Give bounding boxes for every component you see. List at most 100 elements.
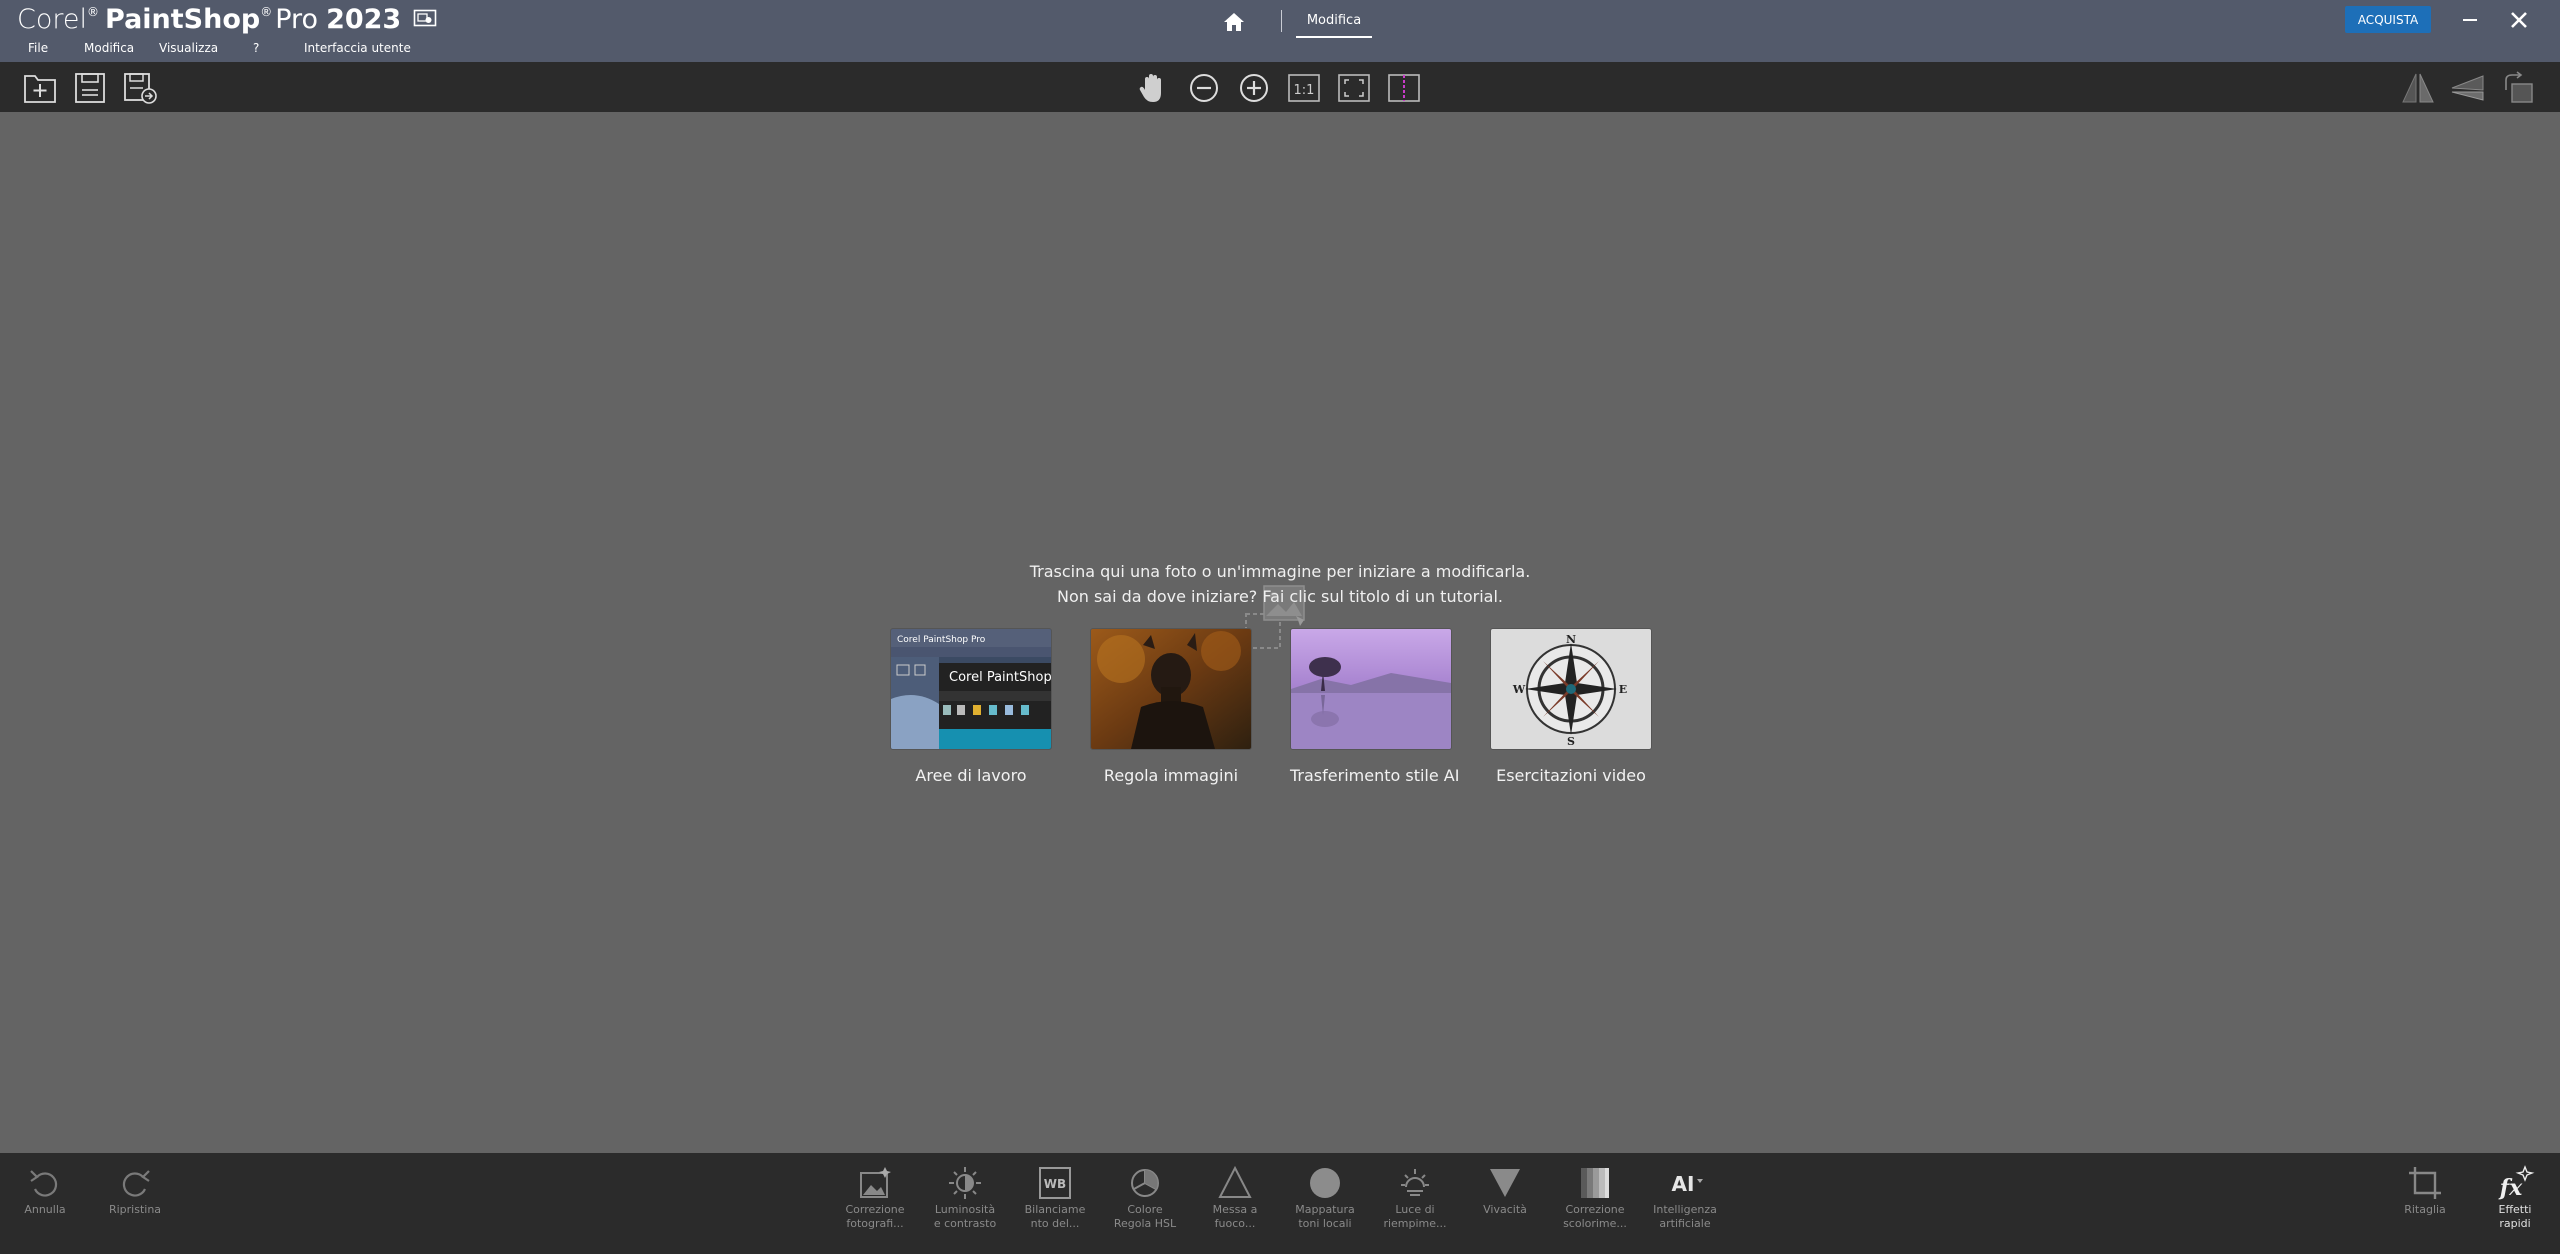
tool-label: Mappatura [1295, 1203, 1355, 1216]
tool-label: Vivacità [1483, 1203, 1527, 1216]
flip-icon[interactable] [2400, 70, 2436, 106]
workspace-nav: Modifica [1218, 6, 1378, 42]
tutorial-regola-immagini[interactable]: Regola immagini [1090, 628, 1252, 785]
wb-text: WB [1044, 1177, 1066, 1191]
tab-modifica[interactable]: Modifica [1296, 10, 1372, 38]
tool-intelligenza-artificiale[interactable]: AI Intelligenza artificiale [1640, 1163, 1730, 1249]
fade-correction-icon [1581, 1168, 1609, 1198]
tool-label: Intelligenza [1653, 1203, 1717, 1216]
tool-label: scolorime... [1563, 1217, 1627, 1230]
tool-correzione-fotografica[interactable]: Correzione fotografi... [830, 1163, 920, 1249]
compass-w: W [1512, 683, 1526, 696]
crop-label: Ritaglia [2404, 1203, 2446, 1216]
fill-light-icon [1401, 1169, 1429, 1196]
tool-label: artificiale [1659, 1217, 1711, 1230]
new-icon[interactable] [22, 70, 58, 106]
pan-icon[interactable] [1135, 70, 1171, 106]
tutorial-label[interactable]: Trasferimento stile AI [1290, 766, 1459, 785]
tone-mapping-icon [1310, 1168, 1340, 1198]
redo-label: Ripristina [108, 1203, 162, 1216]
rotate-icon[interactable] [2500, 70, 2536, 106]
tool-colore-hsl[interactable]: Colore Regola HSL [1100, 1163, 1190, 1249]
redo-button[interactable]: Ripristina [90, 1163, 180, 1249]
straighten-icon[interactable] [2450, 70, 2486, 106]
close-icon[interactable] [2499, 4, 2539, 36]
tool-label: Messa a [1212, 1203, 1258, 1216]
fx-text: fx [2498, 1175, 2523, 1201]
app-logo: Corel ® PaintShop ® Pro 2023 [17, 3, 437, 37]
ai-text: AI [1672, 1172, 1695, 1196]
menu-visualizza[interactable]: Visualizza [159, 41, 218, 55]
nav-divider [1281, 10, 1282, 32]
zoom-in-icon[interactable] [1236, 70, 1272, 106]
tutorial-label[interactable]: Esercitazioni video [1490, 766, 1652, 785]
effects-label-2: rapidi [2499, 1217, 2531, 1230]
svg-text:1:1: 1:1 [1294, 83, 1315, 98]
effects-label-1: Effetti [2498, 1203, 2532, 1216]
brand-registered: ® [87, 5, 99, 19]
tutorial-thumbnail [1290, 628, 1452, 750]
brand-registered-2: ® [260, 5, 273, 19]
tool-label: e contrasto [933, 1217, 997, 1230]
save-as-icon[interactable] [122, 70, 158, 106]
title-bar: Corel ® PaintShop ® Pro 2023 File Modifi… [0, 0, 2560, 62]
tool-label: nto del... [1030, 1217, 1080, 1230]
compare-icon[interactable] [1386, 70, 1422, 106]
save-icon[interactable] [72, 70, 108, 106]
compass-n: N [1566, 633, 1576, 646]
tutorial-thumbnail [1090, 628, 1252, 750]
sharpen-icon [1218, 1165, 1252, 1198]
tool-label: Regola HSL [1113, 1217, 1177, 1230]
minimize-icon[interactable] [2450, 4, 2490, 36]
tutorial-esercitazioni-video[interactable]: N S E W Esercitazioni video [1490, 628, 1652, 785]
tool-label: fuoco... [1214, 1217, 1256, 1230]
quick-effects-button[interactable]: fx Effetti rapidi [2470, 1163, 2560, 1249]
tool-label: fotografi... [846, 1217, 904, 1230]
compass-e: E [1619, 683, 1627, 696]
brightness-icon [949, 1167, 981, 1199]
menu-interfaccia-utente[interactable]: Interfaccia utente [304, 41, 411, 55]
screen-capture-icon[interactable] [413, 9, 437, 33]
undo-button[interactable]: Annulla [0, 1163, 90, 1249]
svg-text:Corel PaintShop Pro: Corel PaintShop Pro [897, 635, 986, 645]
actual-size-icon[interactable]: 1:1 [1286, 70, 1322, 106]
menu-file[interactable]: File [28, 41, 48, 55]
svg-text:Corel PaintShop: Corel PaintShop [949, 670, 1051, 685]
crop-button[interactable]: Ritaglia [2380, 1163, 2470, 1249]
buy-button[interactable]: ACQUISTA [2345, 6, 2431, 33]
tutorial-label[interactable]: Aree di lavoro [890, 766, 1052, 785]
tool-bilanciamento-bianco[interactable]: WB Bilanciame nto del... [1010, 1163, 1100, 1249]
tutorial-aree-di-lavoro[interactable]: Corel PaintShop Pro Corel PaintShop Aree… [890, 628, 1052, 785]
tutorial-label[interactable]: Regola immagini [1090, 766, 1252, 785]
color-wheel-icon [1131, 1169, 1159, 1197]
compass-s: S [1567, 735, 1575, 748]
ai-icon: AI [1672, 1172, 1703, 1196]
brand-corel: Corel [17, 4, 87, 35]
fit-window-icon[interactable] [1336, 70, 1372, 106]
white-balance-icon: WB [1039, 1167, 1071, 1199]
tool-label: Colore [1127, 1203, 1163, 1216]
tool-label: Luce di [1395, 1203, 1435, 1216]
tool-luce-di-riempimento[interactable]: Luce di riempime... [1370, 1163, 1460, 1249]
drop-workspace[interactable]: Trascina qui una foto o un'immagine per … [0, 112, 2560, 1153]
menu-modifica[interactable]: Modifica [84, 41, 134, 55]
tool-mappatura-toni-locali[interactable]: Mappatura toni locali [1280, 1163, 1370, 1249]
crop-icon [2409, 1167, 2441, 1199]
tutorial-hint: Non sai da dove iniziare? Fai clic sul t… [1056, 587, 1503, 606]
tool-label: Correzione [1565, 1203, 1625, 1216]
tool-messa-a-fuoco[interactable]: Messa a fuoco... [1190, 1163, 1280, 1249]
undo-icon [30, 1170, 58, 1197]
tool-luminosita-contrasto[interactable]: Luminosità e contrasto [920, 1163, 1010, 1249]
brand-year: 2023 [326, 4, 402, 35]
tool-correzione-scolorimento[interactable]: Correzione scolorime... [1550, 1163, 1640, 1249]
tutorial-thumbnail: Corel PaintShop Pro Corel PaintShop [890, 628, 1052, 750]
menu-help[interactable]: ? [253, 41, 259, 55]
undo-label: Annulla [24, 1203, 66, 1216]
vibrancy-icon [1490, 1169, 1520, 1197]
tutorial-trasferimento-stile-ai[interactable]: Trasferimento stile AI [1290, 628, 1459, 785]
tool-label: Bilanciame [1024, 1203, 1086, 1216]
home-icon[interactable] [1218, 6, 1250, 38]
brand-pro: Pro [275, 4, 319, 35]
zoom-out-icon[interactable] [1186, 70, 1222, 106]
tool-vivacita[interactable]: Vivacità [1460, 1163, 1550, 1249]
